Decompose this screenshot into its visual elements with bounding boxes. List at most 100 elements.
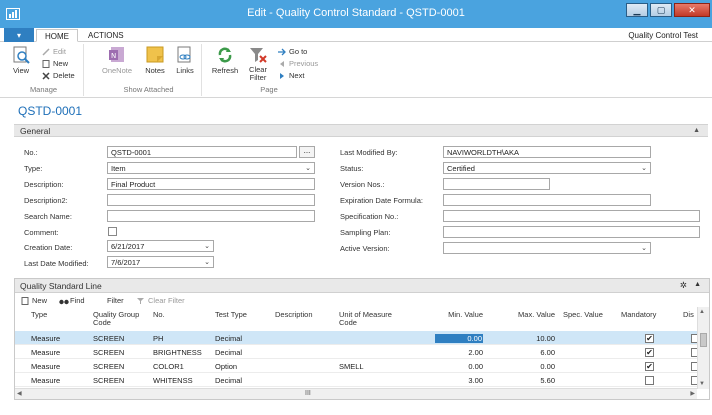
minimize-button[interactable]: ▁ [626,3,648,17]
scroll-up-icon[interactable]: ▲ [699,309,705,315]
expiration-date-formula-field[interactable] [443,194,651,206]
cell-max[interactable]: 5.60 [505,376,555,385]
lines-new-button[interactable]: New [21,296,47,305]
links-button[interactable]: Links [170,46,200,75]
edit-button[interactable]: Edit [42,47,66,56]
cell-group[interactable]: SCREEN [93,376,124,385]
sampling-plan-field[interactable] [443,226,700,238]
chevron-down-icon: ⌄ [305,165,311,172]
cell-max[interactable]: 6.00 [505,348,555,357]
lines-clear-filter-button[interactable]: Clear Filter [137,296,185,305]
tab-home[interactable]: HOME [36,29,78,42]
go-to-button[interactable]: Go to [278,47,307,56]
table-row[interactable]: Measure SCREEN WHITENSS Decimal 3.00 5.60 [15,373,700,387]
specification-no-field[interactable] [443,210,700,222]
chevron-up-icon[interactable]: ▲ [693,127,700,134]
scroll-grip[interactable]: III [305,390,311,397]
cell-uom[interactable]: SMELL [339,362,364,371]
cell-type[interactable]: Measure [31,348,60,357]
col-quality-group-code[interactable]: Quality Group Code [93,311,143,327]
cell-min[interactable]: 0.00 [435,334,483,343]
scroll-left-icon[interactable]: ◀ [17,390,22,397]
onenote-button[interactable]: N OneNote [98,46,136,75]
cell-group[interactable]: SCREEN [93,334,124,343]
cell-no[interactable]: PH [153,334,163,343]
lines-find-button[interactable]: Find [59,296,85,305]
cell-test-type[interactable]: Decimal [215,376,242,385]
last-date-modified-value: 7/6/2017 [111,258,141,267]
description-field[interactable]: Final Product [107,178,315,190]
table-row[interactable]: Measure SCREEN COLOR1 Option SMELL 0.00 0.00 ✔ [15,359,700,373]
type-select[interactable]: Item ⌄ [107,162,315,174]
status-select[interactable]: Certified ⌄ [443,162,651,174]
description2-field[interactable] [107,194,315,206]
view-button[interactable]: View [6,46,36,75]
cell-no[interactable]: BRIGHTNESS [153,348,202,357]
horizontal-scrollbar[interactable]: ◀ III ▶ [15,388,697,399]
cell-group[interactable]: SCREEN [93,348,124,357]
comment-checkbox[interactable] [108,227,117,236]
vertical-scrollbar[interactable]: ▲ ▼ [697,307,709,389]
table-row[interactable]: Measure SCREEN BRIGHTNESS Decimal 2.00 6.00 ✔ [15,345,700,359]
cell-no[interactable]: WHITENSS [153,376,193,385]
search-name-field[interactable] [107,210,315,222]
col-uom-code[interactable]: Unit of Measure Code [339,311,409,327]
scroll-right-icon[interactable]: ▶ [690,390,695,397]
last-date-modified-field[interactable]: 7/6/2017 ⌄ [107,256,214,268]
col-dis[interactable]: Dis [683,311,694,319]
version-nos-field[interactable] [443,178,550,190]
mandatory-checkbox[interactable] [645,376,654,385]
mandatory-checkbox[interactable]: ✔ [645,348,654,357]
cell-test-type[interactable]: Decimal [215,348,242,357]
sampling-plan-label: Sampling Plan: [340,228,391,237]
creation-date-field[interactable]: 6/21/2017 ⌄ [107,240,214,252]
col-min-value[interactable]: Min. Value [435,311,483,319]
clear-filter-button[interactable]: Clear Filter [244,46,272,82]
col-test-type[interactable]: Test Type [215,311,247,319]
active-version-select[interactable]: ⌄ [443,242,651,254]
file-menu-button[interactable]: ▾ [4,28,34,42]
col-max-value[interactable]: Max. Value [505,311,555,319]
general-section-header[interactable]: General ▲ [14,124,708,137]
close-button[interactable]: ✕ [674,3,710,17]
cell-min[interactable]: 0.00 [435,362,483,371]
no-field[interactable]: QSTD-0001 [107,146,297,158]
cell-type[interactable]: Measure [31,362,60,371]
table-row[interactable]: Measure SCREEN PH Decimal 0.00 10.00 ✔ [15,331,700,345]
cell-min[interactable]: 3.00 [435,376,483,385]
refresh-button[interactable]: Refresh [210,46,240,75]
cell-type[interactable]: Measure [31,334,60,343]
cell-type[interactable]: Measure [31,376,60,385]
cell-max[interactable]: 0.00 [505,362,555,371]
last-modified-by-field[interactable]: NAVIWORLDTH\AKA [443,146,651,158]
cell-test-type[interactable]: Decimal [215,334,242,343]
mandatory-checkbox[interactable]: ✔ [645,334,654,343]
delete-button[interactable]: Delete [42,71,75,80]
onenote-icon: N [108,46,126,64]
col-description[interactable]: Description [275,311,313,319]
refresh-icon [216,46,234,64]
mandatory-checkbox[interactable]: ✔ [645,362,654,371]
col-mandatory[interactable]: Mandatory [621,311,656,319]
col-spec-value[interactable]: Spec. Value [563,311,603,319]
creation-date-label: Creation Date: [24,243,73,252]
notes-button[interactable]: Notes [140,46,170,75]
cell-max[interactable]: 10.00 [505,334,555,343]
cell-min[interactable]: 2.00 [435,348,483,357]
new-button[interactable]: New [42,59,68,68]
no-assist-button[interactable]: ... [299,146,315,158]
col-type[interactable]: Type [31,311,47,319]
lines-filter-button[interactable]: Filter [107,296,124,305]
col-no[interactable]: No. [153,311,165,319]
gear-icon[interactable]: ✲ [680,280,687,291]
scroll-down-icon[interactable]: ▼ [699,381,705,387]
scroll-thumb[interactable] [700,333,707,347]
previous-button[interactable]: Previous [278,59,318,68]
maximize-button[interactable]: ▢ [650,3,672,17]
cell-group[interactable]: SCREEN [93,362,124,371]
cell-test-type[interactable]: Option [215,362,237,371]
next-button[interactable]: Next [278,71,304,80]
cell-no[interactable]: COLOR1 [153,362,184,371]
chevron-up-icon[interactable]: ▲ [694,281,701,288]
tab-actions[interactable]: ACTIONS [80,29,132,42]
